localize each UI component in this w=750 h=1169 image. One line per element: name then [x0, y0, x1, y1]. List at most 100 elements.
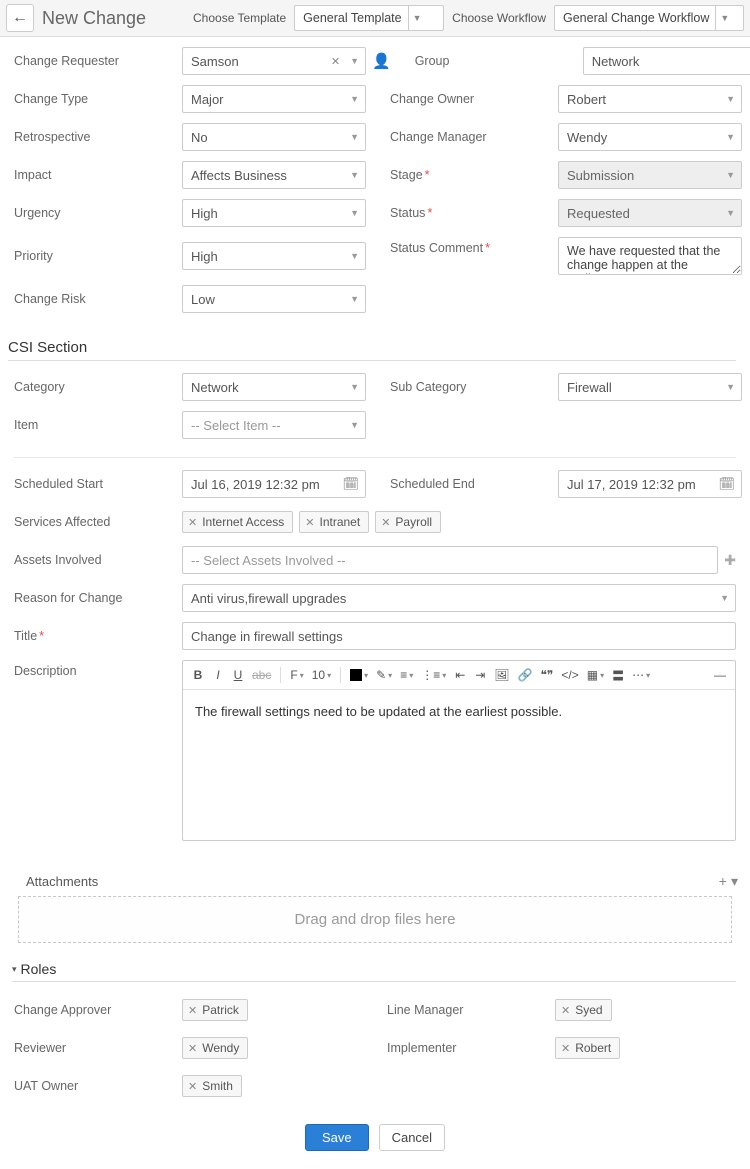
align-button[interactable]: ≡ [397, 665, 416, 685]
roles-header[interactable]: ▾ Roles [12, 961, 736, 982]
title-value: Change in firewall settings [191, 629, 729, 644]
highlight-button[interactable]: ✎ [373, 665, 395, 685]
retrospective-select[interactable]: No ▼ [182, 123, 366, 151]
table-button[interactable]: ▦ [584, 665, 607, 685]
status-select[interactable]: Requested ▼ [558, 199, 742, 227]
stage-value: Submission [567, 168, 722, 183]
chevron-down-icon: ▼ [350, 132, 359, 142]
workflow-select[interactable]: General Change Workflow ▼ [554, 5, 744, 31]
services-affected-label: Services Affected [14, 515, 182, 529]
close-icon[interactable]: ✕ [188, 516, 197, 529]
priority-label: Priority [14, 249, 182, 263]
calendar-icon[interactable]: 🗓 [718, 476, 735, 492]
assets-placeholder: -- Select Assets Involved -- [191, 553, 711, 568]
font-family-button[interactable]: F [287, 665, 306, 685]
service-tag[interactable]: ✕Payroll [375, 511, 441, 533]
status-comment-field[interactable]: We have requested that the change happen… [558, 237, 742, 275]
code-button[interactable]: </> [558, 665, 581, 685]
image-button[interactable]: 🖼 [491, 665, 512, 685]
indent-button[interactable]: ⇥ [471, 665, 489, 685]
rte-body[interactable]: The firewall settings need to be updated… [183, 690, 735, 840]
urgency-label: Urgency [14, 206, 182, 220]
change-type-select[interactable]: Major ▼ [182, 85, 366, 113]
item-select[interactable]: -- Select Item -- ▼ [182, 411, 366, 439]
reviewer-tag[interactable]: ✕Wendy [182, 1037, 248, 1059]
attachments-section: Attachments +▾ Drag and drop files here [8, 869, 742, 943]
title-input[interactable]: Change in firewall settings [182, 622, 736, 650]
clear-icon[interactable]: ✕ [331, 55, 340, 68]
add-attachment-icon[interactable]: + [719, 873, 731, 889]
add-person-icon[interactable]: 👤 [372, 52, 391, 70]
change-owner-value: Robert [567, 92, 722, 107]
close-icon[interactable]: ✕ [561, 1004, 570, 1017]
stage-select[interactable]: Submission ▼ [558, 161, 742, 189]
group-value: Network [592, 54, 747, 69]
group-label: Group [415, 54, 583, 68]
uat-owner-tag[interactable]: ✕Smith [182, 1075, 242, 1097]
template-select[interactable]: General Template ▼ [294, 5, 444, 31]
quote-button[interactable]: ❝❞ [537, 665, 556, 685]
close-icon[interactable]: ✕ [561, 1042, 570, 1055]
change-manager-select[interactable]: Wendy ▼ [558, 123, 742, 151]
change-approver-tag[interactable]: ✕Patrick [182, 999, 248, 1021]
back-button[interactable]: ← [6, 4, 34, 32]
reason-select[interactable]: Anti virus,firewall upgrades ▼ [182, 584, 736, 612]
csi-section-title: CSI Section [8, 335, 736, 361]
cancel-button[interactable]: Cancel [379, 1124, 445, 1151]
scheduled-end-field[interactable]: Jul 17, 2019 12:32 pm 🗓 [558, 470, 742, 498]
chevron-down-icon: ▼ [726, 208, 735, 218]
italic-button[interactable]: I [209, 665, 227, 685]
scheduled-start-label: Scheduled Start [14, 477, 182, 491]
group-select[interactable]: Network ▼ [583, 47, 750, 75]
services-affected-field[interactable]: ✕Internet Access ✕Intranet ✕Payroll [182, 511, 736, 533]
underline-button[interactable]: U [229, 665, 247, 685]
chevron-down-icon: ▼ [350, 294, 359, 304]
impact-select[interactable]: Affects Business ▼ [182, 161, 366, 189]
dropzone[interactable]: Drag and drop files here [18, 896, 732, 943]
sub-category-value: Firewall [567, 380, 722, 395]
priority-select[interactable]: High ▼ [182, 242, 366, 270]
more-button[interactable]: ⋯ [629, 665, 653, 685]
close-icon[interactable]: ✕ [381, 516, 390, 529]
template-value: General Template [303, 11, 401, 25]
scheduled-start-field[interactable]: Jul 16, 2019 12:32 pm 🗓 [182, 470, 366, 498]
workflow-label: Choose Workflow [452, 11, 546, 25]
change-requester-field[interactable]: Samson ✕ ▼ [182, 47, 366, 75]
close-icon[interactable]: ✕ [188, 1004, 197, 1017]
scheduled-start-value: Jul 16, 2019 12:32 pm [191, 477, 342, 492]
bold-button[interactable]: B [189, 665, 207, 685]
close-icon[interactable]: ✕ [305, 516, 314, 529]
urgency-select[interactable]: High ▼ [182, 199, 366, 227]
outdent-button[interactable]: ⇤ [451, 665, 469, 685]
link-button[interactable]: 🔗 [514, 665, 535, 685]
strikethrough-button[interactable]: abc [249, 665, 274, 685]
category-select[interactable]: Network ▼ [182, 373, 366, 401]
assets-involved-select[interactable]: -- Select Assets Involved -- [182, 546, 718, 574]
implementer-label: Implementer [387, 1041, 555, 1055]
change-owner-select[interactable]: Robert ▼ [558, 85, 742, 113]
plus-icon[interactable]: ✚ [724, 552, 736, 569]
close-icon[interactable]: ✕ [188, 1042, 197, 1055]
minimize-button[interactable]: — [711, 665, 729, 685]
status-label: Status* [390, 206, 558, 220]
list-button[interactable]: ⋮≡ [418, 665, 449, 685]
save-button[interactable]: Save [305, 1124, 369, 1151]
sub-category-label: Sub Category [390, 380, 558, 394]
close-icon[interactable]: ✕ [188, 1080, 197, 1093]
hr-button[interactable]: 〓 [609, 665, 627, 685]
implementer-tag[interactable]: ✕Robert [555, 1037, 620, 1059]
change-requester-label: Change Requester [14, 54, 182, 68]
change-risk-value: Low [191, 292, 346, 307]
service-tag[interactable]: ✕Intranet [299, 511, 369, 533]
title-label: Title* [14, 629, 182, 643]
stage-label: Stage* [390, 168, 558, 182]
change-risk-select[interactable]: Low ▼ [182, 285, 366, 313]
service-tag[interactable]: ✕Internet Access [182, 511, 293, 533]
attachment-menu-icon[interactable]: ▾ [731, 873, 742, 889]
calendar-icon[interactable]: 🗓 [342, 476, 359, 492]
sub-category-select[interactable]: Firewall ▼ [558, 373, 742, 401]
change-owner-label: Change Owner [390, 92, 558, 106]
font-size-button[interactable]: 10 [309, 665, 334, 685]
text-color-button[interactable] [347, 665, 371, 685]
line-manager-tag[interactable]: ✕Syed [555, 999, 612, 1021]
